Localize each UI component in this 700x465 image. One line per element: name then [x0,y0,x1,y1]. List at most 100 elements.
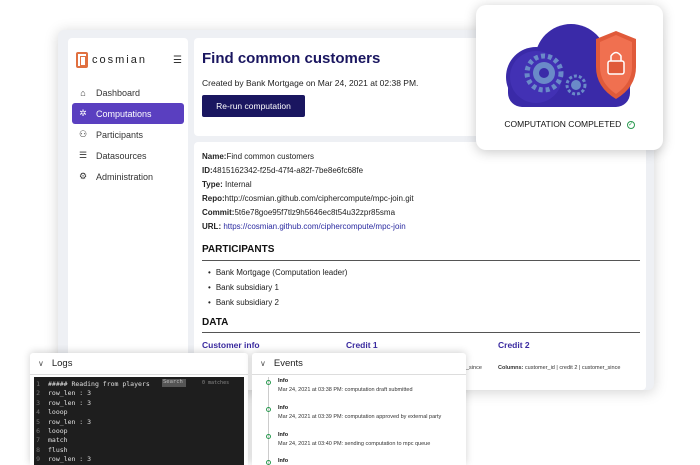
completion-status: COMPUTATION COMPLETED ✓ [476,119,663,129]
event-status-icon [266,380,271,385]
line-number: 1 [36,380,40,388]
sidebar-item-administration[interactable]: ⚙ Administration [72,166,184,187]
secure-cloud-illustration [506,24,636,107]
detail-value: http://cosmian.github.com/ciphercompute/… [224,194,414,203]
events-header[interactable]: ∨ Events [252,353,466,375]
line-number: 5 [36,417,40,426]
chevron-down-icon[interactable]: ∨ [38,359,44,368]
event-message: Mar 24, 2021 at 03:40 PM: sending comput… [278,441,431,447]
datasource-columns: Columns: customer_id | credit 2 | custom… [498,365,620,371]
line-number: 2 [36,389,40,398]
computation-completed-card: COMPUTATION COMPLETED ✓ [476,5,663,150]
url-link[interactable]: https://cosmian.github.com/ciphercompute… [221,222,405,231]
participant-item: Bank subsidiary 2 [208,298,279,307]
detail-repo: Repo:http://cosmian.github.com/ciphercom… [202,194,414,203]
detail-label: Repo: [202,194,225,203]
detail-value: Internal [222,180,252,189]
datasource-column-credit-1[interactable]: Credit 1 [346,340,378,350]
event-status-icon [266,460,271,465]
detail-value: Find common customers [226,152,315,161]
event-type: Info [278,458,289,464]
sidebar-item-label: Computations [96,108,152,119]
log-text: ##### Reading from players [48,380,150,388]
data-title: DATA [202,317,229,328]
event-message: Mar 24, 2021 at 03:38 PM: computation dr… [278,387,413,393]
page-title: Find common customers [202,50,381,67]
events-title: Events [273,358,303,369]
event-status-icon [266,434,271,439]
event-status-icon [266,407,271,412]
detail-type: Type: Internal [202,180,252,189]
log-text: row_len : 3 [48,398,92,407]
sidebar-item-dashboard[interactable]: ⌂ Dashboard [72,82,184,103]
log-text: row_len : 3 [48,417,92,426]
datasource-columns-partial: _since [466,365,482,371]
detail-name: Name:Find common customers [202,152,314,161]
log-line: 4 looop [34,408,244,417]
detail-label: Name: [202,152,227,161]
detail-id: ID:4815162342-f25d-47f4-a82f-7be8e6fc68f… [202,166,363,175]
event-type: Info [278,432,289,438]
check-circle-icon: ✓ [626,120,635,129]
sidebar-item-computations[interactable]: ✲ Computations [72,103,184,124]
brand-logo[interactable]: cosmian [76,52,147,68]
rerun-computation-button[interactable]: Re-run computation [202,95,305,117]
line-number: 4 [36,408,40,417]
gear-icon: ⚙ [78,171,88,181]
log-line: 5 row_len : 3 [34,418,244,427]
datasource-column-customer-info[interactable]: Customer info [202,340,260,350]
sidebar-nav: ⌂ Dashboard ✲ Computations ⚇ Participant… [72,82,184,187]
participants-title: PARTICIPANTS [202,244,275,255]
log-search-input[interactable]: Search [162,379,186,387]
logs-panel: ∨ Logs Search 0 matches 1 ##### Reading f… [30,353,248,465]
detail-value: 4815162342-f25d-47f4-a82f-7be8e6fc68fe [212,166,364,175]
sidebar-item-label: Administration [96,171,154,182]
line-number: 9 [36,455,40,464]
logs-header[interactable]: ∨ Logs [30,353,248,375]
line-number: 8 [36,445,40,454]
logs-title: Logs [51,358,73,369]
log-line: 6 looop [34,427,244,436]
log-match-count: 0 matches [202,380,230,386]
detail-label: ID: [202,166,213,175]
datasource-column-credit-2[interactable]: Credit 2 [498,340,530,350]
spinner-icon: ✲ [79,108,87,118]
detail-label: URL: [202,222,222,231]
section-divider [202,260,640,261]
detail-label: Commit: [202,208,235,217]
menu-toggle-icon[interactable]: ☰ [173,55,182,66]
log-console[interactable]: Search 0 matches 1 ##### Reading from pla… [34,377,244,465]
log-line: 3 row_len : 3 [34,399,244,408]
completion-label: COMPUTATION COMPLETED [504,119,622,129]
timeline-line [268,377,269,465]
home-icon: ⌂ [80,87,86,98]
columns-label: Columns: [498,365,524,371]
detail-label: Type: [202,180,223,189]
log-text: match [48,436,68,445]
detail-url: URL: https://cosmian.github.com/cipherco… [202,222,406,231]
sidebar-item-label: Dashboard [96,87,141,98]
database-icon: ☰ [78,150,88,160]
sidebar-item-label: Datasources [96,150,147,161]
sidebar-item-label: Participants [96,129,144,140]
line-number: 7 [36,436,40,445]
log-text: row_len : 3 [48,455,92,464]
cosmian-logo-icon [76,52,88,68]
section-divider [202,332,640,333]
line-number: 6 [36,426,40,435]
event-message: Mar 24, 2021 at 03:39 PM: computation ap… [278,414,442,420]
sidebar-item-participants[interactable]: ⚇ Participants [72,124,184,145]
sidebar-item-datasources[interactable]: ☰ Datasources [72,145,184,166]
log-text: looop [48,426,68,435]
log-text: looop [48,408,68,417]
participant-item: Bank subsidiary 1 [208,283,279,292]
log-text: row_len : 3 [48,389,92,398]
columns-value: customer_id | credit 2 | customer_since [523,365,621,371]
event-type: Info [278,405,289,411]
line-number: 3 [36,398,40,407]
event-type: Info [278,378,289,384]
chevron-down-icon[interactable]: ∨ [260,359,266,368]
created-info: Created by Bank Mortgage on Mar 24, 2021… [202,78,419,88]
brand-name: cosmian [92,54,147,66]
log-line: 7 match [34,436,244,445]
